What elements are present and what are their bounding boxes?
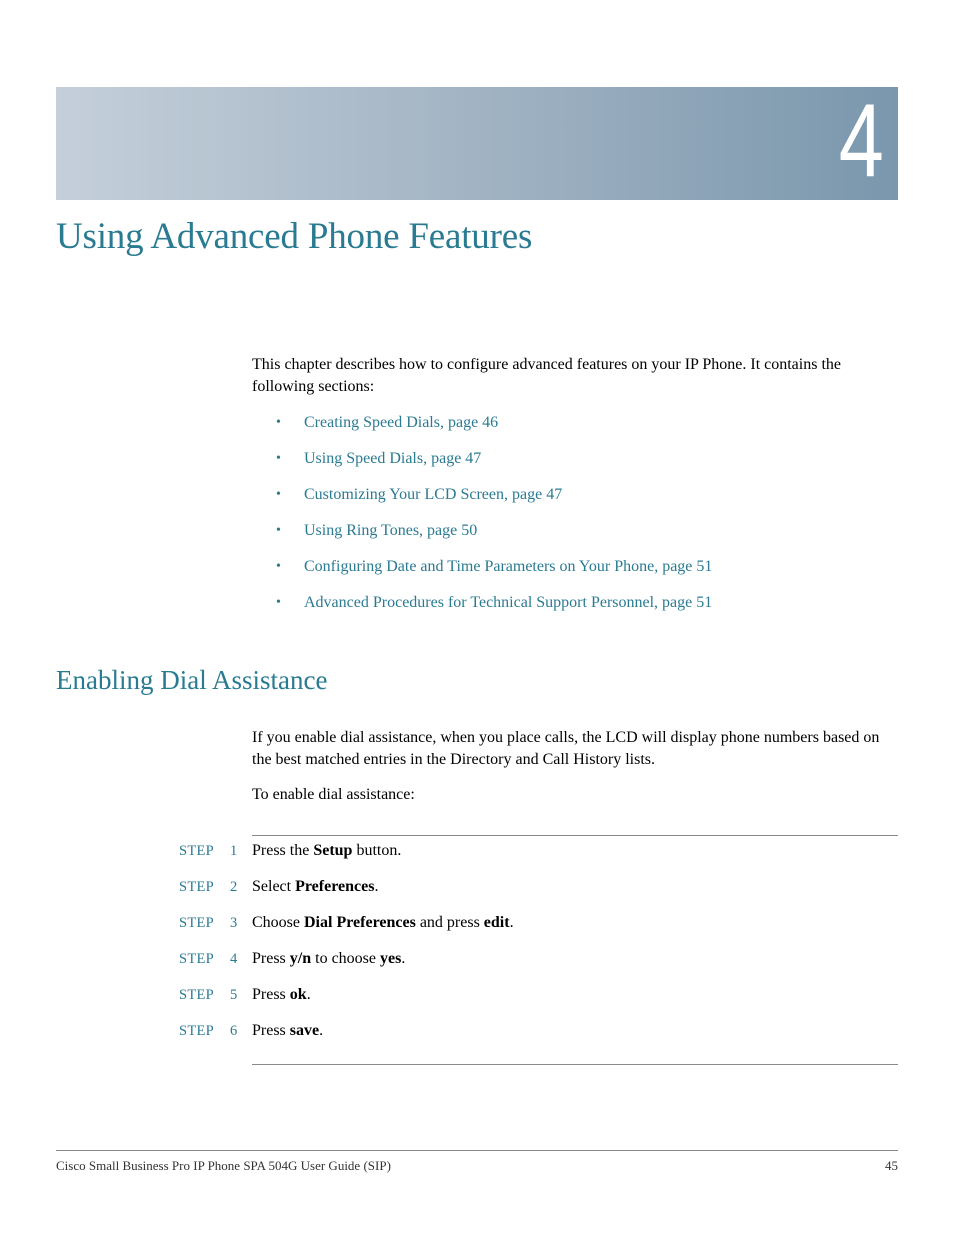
chapter-number: 4	[838, 83, 884, 199]
step-emphasis: edit	[483, 914, 510, 931]
section-list: • Creating Speed Dials, page 46 • Using …	[252, 412, 712, 628]
section-list-item: • Advanced Procedures for Technical Supp…	[252, 592, 712, 628]
step-label: STEP	[179, 951, 215, 967]
step-label: STEP	[179, 987, 215, 1003]
step-number: 2	[230, 879, 238, 895]
procedure-lead-in: To enable dial assistance:	[252, 786, 415, 803]
step-number: 5	[230, 987, 238, 1003]
footer-divider	[56, 1150, 898, 1151]
step-text: Press y/n to choose yes.	[252, 950, 406, 967]
step-number: 4	[230, 951, 238, 967]
step-emphasis: y/n	[289, 950, 312, 967]
chapter-banner: 4	[56, 83, 898, 200]
section-link-creating-speed-dials[interactable]: Creating Speed Dials, page 46	[304, 414, 498, 431]
step-text: Press save.	[252, 1022, 324, 1039]
step-text: Press the Setup button.	[252, 842, 402, 859]
step-label: STEP	[179, 1023, 215, 1039]
section-list-item: • Creating Speed Dials, page 46	[252, 412, 712, 448]
step-text: Press ok.	[252, 986, 311, 1003]
procedure-top-divider	[252, 835, 898, 836]
step-emphasis: ok	[289, 986, 307, 1003]
section-list-item: • Customizing Your LCD Screen, page 47	[252, 484, 712, 520]
step-label: STEP	[179, 879, 215, 895]
step-number: 6	[230, 1023, 238, 1039]
bullet-icon: •	[276, 487, 281, 502]
step-emphasis: Setup	[313, 842, 353, 859]
footer-page-number: 45	[885, 1158, 898, 1173]
procedure-step: STEP 5 Press ok.	[0, 984, 954, 1020]
bullet-icon: •	[276, 523, 281, 538]
bullet-icon: •	[276, 595, 281, 610]
step-emphasis: Preferences	[295, 878, 375, 895]
procedure-step: STEP 1 Press the Setup button.	[0, 840, 954, 876]
step-number: 3	[230, 915, 238, 931]
step-label: STEP	[179, 915, 215, 931]
section-link-advanced-procedures[interactable]: Advanced Procedures for Technical Suppor…	[304, 594, 712, 611]
procedure-bottom-divider	[252, 1064, 898, 1065]
step-number: 1	[230, 843, 238, 859]
page-title: Using Advanced Phone Features	[56, 216, 533, 257]
intro-paragraph: This chapter describes how to configure …	[252, 356, 841, 395]
bullet-icon: •	[276, 451, 281, 466]
step-emphasis: Dial Preferences	[304, 914, 416, 931]
section-paragraph: If you enable dial assistance, when you …	[252, 729, 880, 768]
step-emphasis: yes	[380, 950, 402, 967]
bullet-icon: •	[276, 559, 281, 574]
procedure-step: STEP 3 Choose Dial Preferences and press…	[0, 912, 954, 948]
section-list-item: • Configuring Date and Time Parameters o…	[252, 556, 712, 592]
step-label: STEP	[179, 843, 215, 859]
section-list-item: • Using Ring Tones, page 50	[252, 520, 712, 556]
procedure-step: STEP 2 Select Preferences.	[0, 876, 954, 912]
section-link-date-time[interactable]: Configuring Date and Time Parameters on …	[304, 558, 712, 575]
section-link-ring-tones[interactable]: Using Ring Tones, page 50	[304, 522, 477, 539]
bullet-icon: •	[276, 415, 281, 430]
procedure-steps: STEP 1 Press the Setup button. STEP 2 Se…	[0, 840, 954, 1056]
section-link-customizing-lcd[interactable]: Customizing Your LCD Screen, page 47	[304, 486, 562, 503]
section-list-item: • Using Speed Dials, page 47	[252, 448, 712, 484]
step-text: Select Preferences.	[252, 878, 379, 895]
footer-document-title: Cisco Small Business Pro IP Phone SPA 50…	[56, 1158, 391, 1173]
section-heading: Enabling Dial Assistance	[56, 665, 328, 695]
procedure-step: STEP 6 Press save.	[0, 1020, 954, 1056]
section-link-using-speed-dials[interactable]: Using Speed Dials, page 47	[304, 450, 481, 467]
procedure-step: STEP 4 Press y/n to choose yes.	[0, 948, 954, 984]
step-text: Choose Dial Preferences and press edit.	[252, 914, 514, 931]
step-emphasis: save	[289, 1022, 320, 1039]
